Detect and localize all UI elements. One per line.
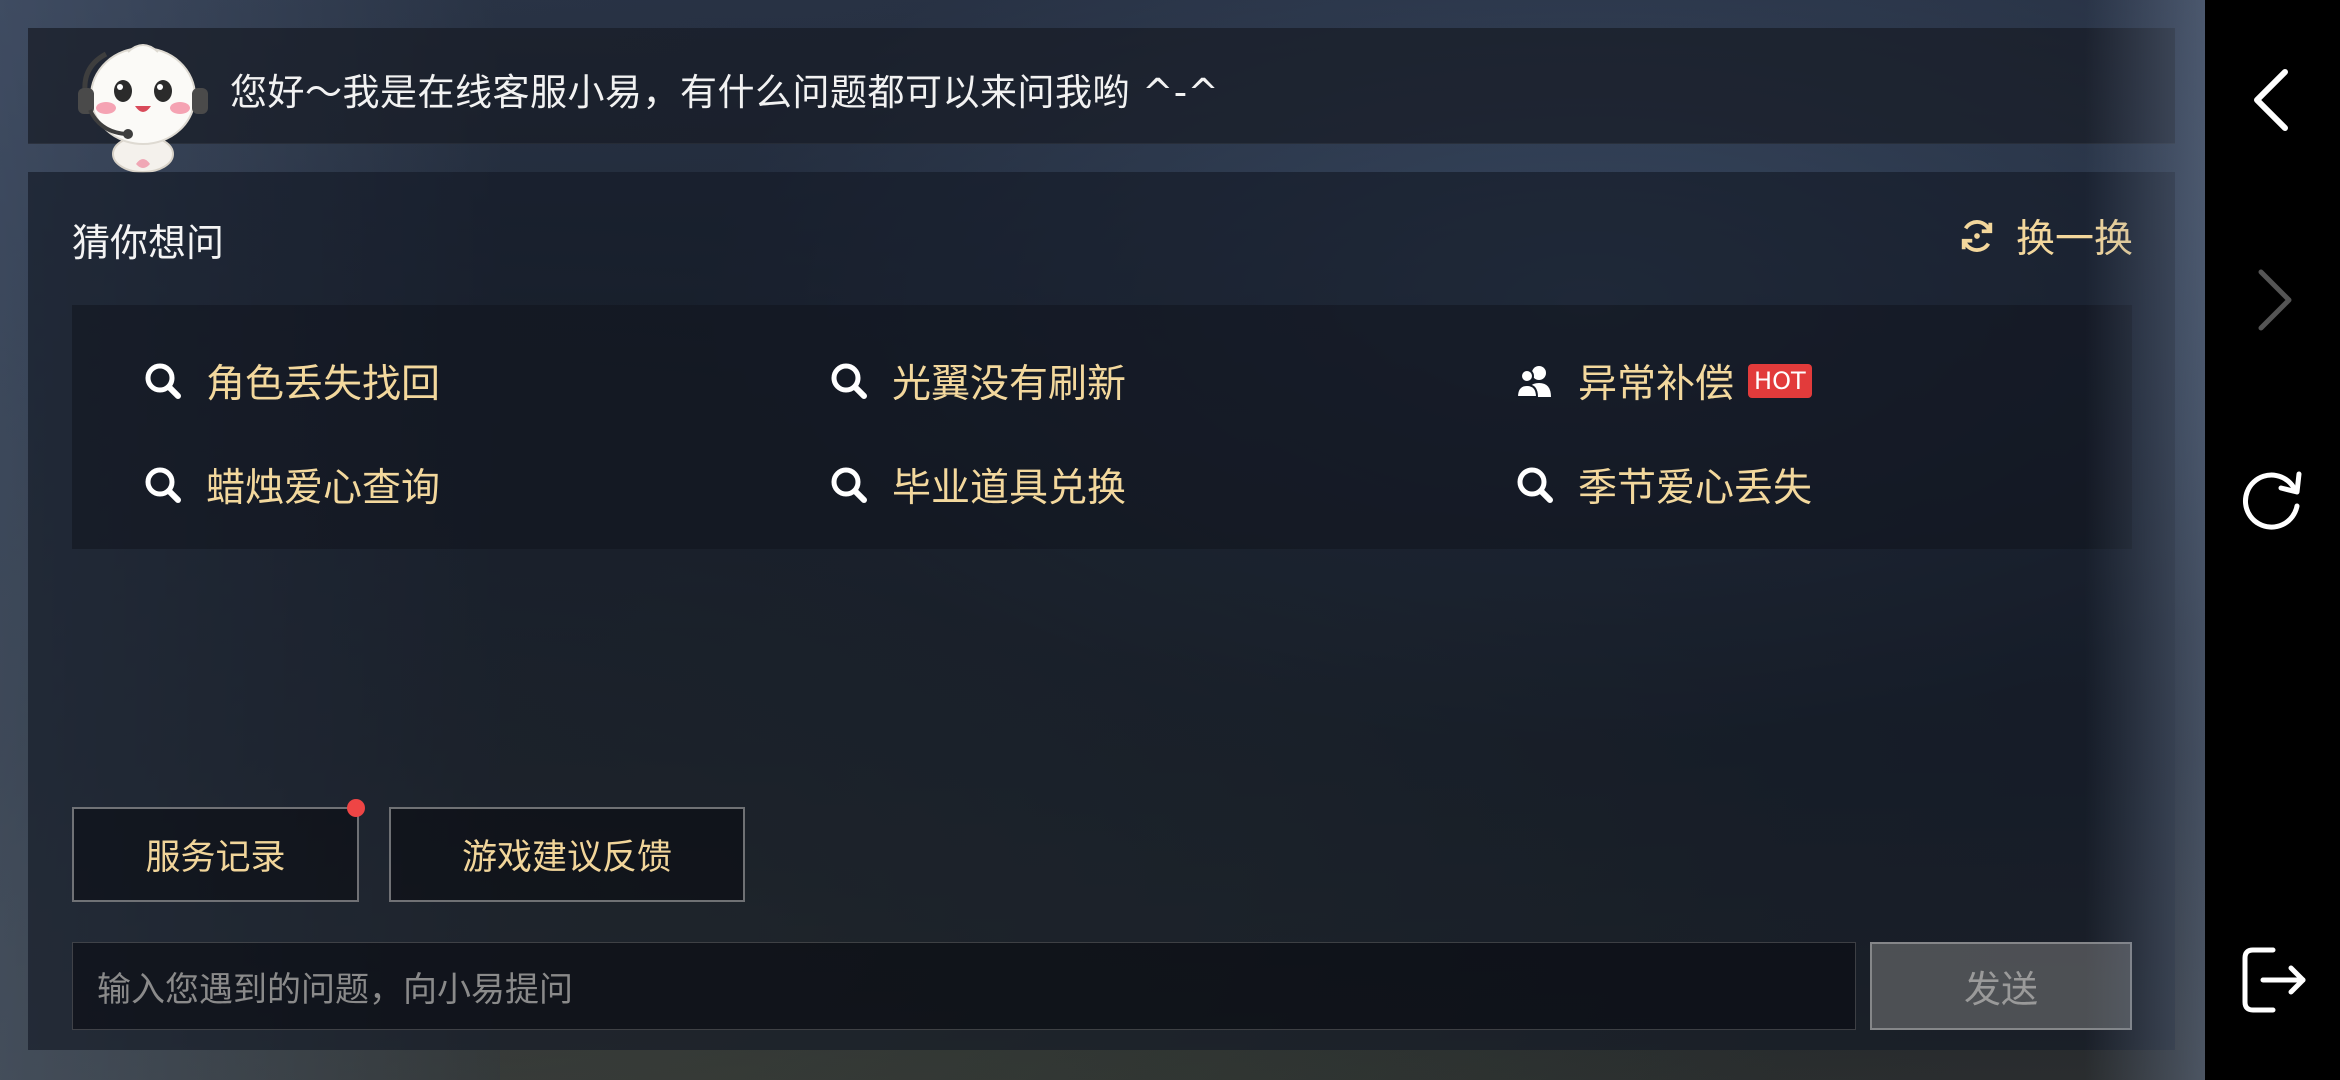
feedback-button[interactable]: 游戏建议反馈 <box>389 807 745 902</box>
search-icon <box>142 360 184 402</box>
exit-icon <box>2242 947 2305 1013</box>
guess-title: 猜你想问 <box>72 221 225 265</box>
background-scene: 您好～我是在线客服小易，有什么问题都可以来问我哟 ^-^ 猜你想问 换一换 角色… <box>0 0 2205 1080</box>
send-label: 发送 <box>1964 968 2038 1011</box>
exit-button[interactable] <box>2205 930 2340 1030</box>
question-label: 角色丢失找回 <box>206 362 441 407</box>
question-input-placeholder: 输入您遇到的问题，向小易提问 <box>97 969 573 1010</box>
faq-panel: 猜你想问 换一换 角色丢失找回 光翼没有刷新 异常补偿 HOT 蜡烛爱心查询 毕… <box>28 172 2175 1050</box>
search-icon <box>828 464 870 506</box>
suggested-questions: 角色丢失找回 光翼没有刷新 异常补偿 HOT 蜡烛爱心查询 毕业道具兑换 季节爱… <box>72 305 2132 549</box>
question-item[interactable]: 季节爱心丢失 <box>1514 455 1812 515</box>
question-label: 光翼没有刷新 <box>892 362 1127 407</box>
question-item[interactable]: 角色丢失找回 <box>142 351 440 411</box>
question-item[interactable]: 蜡烛爱心查询 <box>142 455 440 515</box>
system-nav-bar <box>2205 0 2340 1080</box>
greeting-text: 您好～我是在线客服小易，有什么问题都可以来问我哟 ^-^ <box>230 71 1220 114</box>
question-item[interactable]: 毕业道具兑换 <box>828 455 1126 515</box>
question-item[interactable]: 光翼没有刷新 <box>828 351 1126 411</box>
question-input[interactable]: 输入您遇到的问题，向小易提问 <box>72 942 1856 1030</box>
question-item-hot[interactable]: 异常补偿 HOT <box>1514 351 1812 411</box>
back-button[interactable] <box>2205 50 2340 150</box>
forward-arrow-icon <box>2258 269 2291 331</box>
mascot-avatar-icon <box>68 36 218 176</box>
service-record-label: 服务记录 <box>145 838 286 878</box>
question-label: 蜡烛爱心查询 <box>206 466 441 511</box>
reload-button[interactable] <box>2205 450 2340 550</box>
reload-icon <box>2242 471 2301 530</box>
question-label: 异常补偿 <box>1578 362 1735 407</box>
feedback-label: 游戏建议反馈 <box>461 838 672 878</box>
back-arrow-icon <box>2253 69 2288 131</box>
question-label: 季节爱心丢失 <box>1578 466 1813 511</box>
question-label: 毕业道具兑换 <box>892 466 1127 511</box>
forward-button[interactable] <box>2205 250 2340 350</box>
refresh-icon <box>1961 220 1993 252</box>
refresh-label: 换一换 <box>2015 217 2133 262</box>
hot-badge: HOT <box>1748 364 1812 398</box>
refresh-button[interactable]: 换一换 <box>1958 208 2133 264</box>
send-button[interactable]: 发送 <box>1870 942 2132 1030</box>
search-icon <box>142 464 184 506</box>
search-icon <box>1514 464 1556 506</box>
users-icon <box>1514 360 1556 402</box>
search-icon <box>828 360 870 402</box>
notification-dot <box>347 799 365 817</box>
service-record-button[interactable]: 服务记录 <box>72 799 365 902</box>
greeting-bar: 您好～我是在线客服小易，有什么问题都可以来问我哟 ^-^ <box>28 28 2175 173</box>
